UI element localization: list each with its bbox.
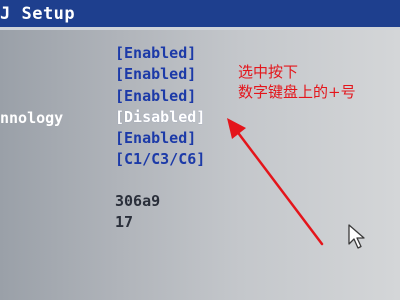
bios-screen: J Setup [Enabled] [Enabled] [Enabled] nn… [0,0,400,300]
red-arrow-icon [227,118,324,246]
mouse-pointer-icon [348,224,365,249]
